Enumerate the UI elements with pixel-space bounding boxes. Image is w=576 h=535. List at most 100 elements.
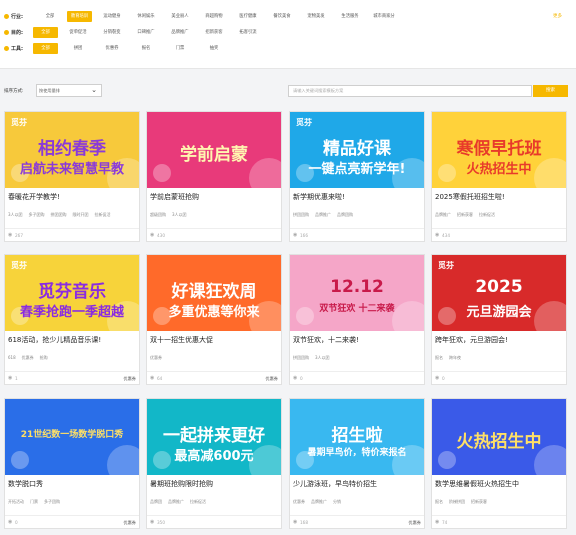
filter-option[interactable]: 拓客引流 — [231, 27, 265, 38]
template-card[interactable]: 觅芬 2025 元旦游园会 跨年狂欢，元旦游园会! 报名 跨年夜 ◉ 0 — [431, 254, 567, 385]
filter-option[interactable]: 生活服务 — [333, 11, 367, 22]
card-tag: 3人以团 — [8, 212, 23, 217]
thumbnail-subline: 最高减600元 — [174, 449, 254, 464]
filter-option[interactable]: 运动健身 — [95, 11, 129, 22]
filter-option[interactable]: 全部 — [33, 11, 67, 22]
card-tags: 报名 阶梯拼团 招新获客 — [435, 499, 493, 505]
eye-icon: ◉ — [293, 232, 298, 238]
view-count: 74 — [442, 520, 448, 525]
filter-option[interactable]: 分销裂变 — [95, 27, 129, 38]
filter-option[interactable]: 抽奖 — [197, 43, 231, 54]
filter-option[interactable]: 全部 — [33, 27, 58, 38]
eye-icon: ◉ — [435, 375, 440, 381]
filter-option[interactable]: 餐饮美食 — [265, 11, 299, 22]
filter-option[interactable]: 商超购物 — [197, 11, 231, 22]
filter-option[interactable]: 品牌推广 — [163, 27, 197, 38]
template-card[interactable]: 觅芬 觅芬音乐 春季抢跑一季超越 618活动，抢少儿精品音乐课! 618 优惠券 抢购 ◉ 1 优… — [4, 254, 140, 385]
industry-icon — [4, 14, 9, 19]
template-card[interactable]: 一起拼来更好 最高减600元 暑期班抢购限时抢购 品牌团 品牌推广 拉新促活 ◉ 350 — [146, 398, 282, 529]
card-title: 2025寒假托班招生啦! — [435, 193, 505, 201]
card-tag: 品牌推广 — [315, 212, 331, 217]
filter-label-purpose: 目的: — [4, 29, 30, 36]
card-tag: 阶梯拼团 — [449, 499, 465, 504]
industry-options: 全部 教育培训 运动健身 休闲娱乐 美业丽人 商超购物 医疗健康 餐饮美食 宠物美发 生活服务 城市… — [33, 11, 401, 22]
thumbnail-subline: 双节狂欢 十二来袭 — [319, 304, 395, 314]
card-tool-label: 优惠券 — [265, 376, 278, 381]
card-tag: 限时开团 — [72, 212, 89, 217]
view-count: 0 — [15, 520, 18, 525]
card-tag: 门票 — [30, 499, 38, 504]
card-footer: ◉ 267 — [5, 228, 139, 241]
card-tags: 优惠券 品牌推广 分销 — [293, 499, 347, 505]
filter-option[interactable]: 优惠券 — [95, 43, 129, 54]
view-count: 350 — [157, 520, 165, 525]
card-footer: ◉ 0 — [290, 371, 424, 384]
filter-option[interactable]: 促单促活 — [61, 27, 95, 38]
template-card[interactable]: 寒假早托班 火热招生中 2025寒假托班招生啦! 品牌推广 招新获客 拉新促活 ◉ 434 — [431, 111, 567, 242]
card-thumbnail: 觅芬 精品好课 一键点亮新学年! — [290, 112, 424, 188]
filter-option[interactable]: 门票 — [163, 43, 197, 54]
view-count: 64 — [157, 376, 163, 381]
template-card[interactable]: 12.12 双节狂欢 十二来袭 双节狂欢，十二来袭! 拼团团购 3人以团 ◉ 0 — [289, 254, 425, 385]
card-tag: 开拓活动 — [8, 499, 24, 504]
template-card[interactable]: 学前启蒙 学前启蒙班抢购 超级团购 3人以团 ◉ 430 — [146, 111, 282, 242]
card-tag: 品牌推广 — [168, 499, 184, 504]
search-button[interactable]: 搜索 — [533, 85, 568, 97]
template-card[interactable]: 好课狂欢周 多重优惠等你来 双十一招生优惠大促 优惠券 ◉ 64 优惠券 — [146, 254, 282, 385]
card-tag: 拉新促活 — [190, 499, 206, 504]
card-tool-label: 优惠券 — [123, 520, 136, 525]
card-title: 数学脱口秀 — [8, 480, 43, 488]
purpose-label-text: 目的: — [11, 30, 23, 36]
sort-select[interactable]: 按使用量排 ⌄ — [36, 84, 102, 97]
filter-option[interactable]: 休闲娱乐 — [129, 11, 163, 22]
filter-option[interactable]: 报名 — [129, 43, 163, 54]
filter-option[interactable]: 拼团 — [61, 43, 95, 54]
filter-option[interactable]: 城市商家分 — [367, 11, 401, 22]
filter-option[interactable]: 教育培训 — [67, 11, 92, 22]
filter-option[interactable]: 招新获客 — [197, 27, 231, 38]
thumbnail-subline: 一键点亮新学年! — [308, 162, 406, 177]
card-footer: ◉ 0 优惠券 — [5, 515, 139, 528]
filter-row-tools: 工具: — [4, 43, 30, 54]
search-input[interactable]: 请输入关键词搜索模板方案 — [288, 85, 532, 97]
card-tags: 3人以团 多子团购 拼团团购 限时开团 拉新促活 — [8, 212, 117, 218]
card-tag: 拉新促活 — [479, 212, 495, 217]
brand-logo: 觅芬 — [11, 261, 27, 270]
view-count: 168 — [300, 520, 308, 525]
card-title: 少儿游泳班，早鸟特价招生 — [293, 480, 377, 488]
card-tag: 跨年夜 — [449, 355, 461, 360]
template-card[interactable]: 招生啦 暑期早鸟价，特价来报名少儿游泳班，早鸟特价招生 优惠券 品牌推广 分销 ◉ 168 优… — [289, 398, 425, 529]
thumbnail-headline: 21世纪数一场数学脱口秀 — [20, 430, 124, 440]
template-card[interactable]: 觅芬 相约春季 启航未来智慧早教 春暖花开学教学! 3人以团 多子团购 拼团团购 限时开团 拉新… — [4, 111, 140, 242]
filter-option[interactable]: 医疗健康 — [231, 11, 265, 22]
template-card[interactable]: 21世纪数一场数学脱口秀 数学脱口秀 开拓活动 门票 多子团购 ◉ 0 优惠券 — [4, 398, 140, 529]
card-title: 数学思维暑假班火热招生中 — [435, 480, 519, 488]
filter-option[interactable]: 宠物美发 — [299, 11, 333, 22]
brand-logo: 觅芬 — [438, 261, 454, 270]
filter-option[interactable]: 美业丽人 — [163, 11, 197, 22]
filter-option[interactable]: 全部 — [33, 43, 58, 54]
eye-icon: ◉ — [435, 232, 440, 238]
filter-panel: 行业: 全部 教育培训 运动健身 休闲娱乐 美业丽人 商超购物 医疗健康 餐饮美食 宠物美发 生活… — [0, 0, 576, 69]
card-tag: 多子团购 — [44, 499, 60, 504]
card-footer: ◉ 430 — [147, 228, 281, 241]
card-title: 暑期班抢购限时抢购 — [150, 480, 213, 488]
filter-option[interactable]: 口碑推广 — [129, 27, 163, 38]
more-button[interactable]: 更多 — [553, 13, 562, 19]
card-thumbnail: 火热招生中 — [432, 399, 566, 475]
card-thumbnail: 学前启蒙 — [147, 112, 281, 188]
card-tag: 优惠券 — [150, 355, 162, 360]
tools-label-text: 工具: — [11, 46, 23, 52]
card-thumbnail: 招生啦 暑期早鸟价，特价来报名 — [290, 399, 424, 475]
thumbnail-headline: 觅芬音乐 — [38, 282, 106, 302]
thumbnail-headline: 招生啦 — [331, 426, 383, 446]
card-footer: ◉ 1 优惠券 — [5, 371, 139, 384]
view-count: 1 — [15, 376, 18, 381]
card-footer: ◉ 168 优惠券 — [290, 515, 424, 528]
thumbnail-headline: 一起拼来更好 — [163, 426, 265, 446]
card-tag: 品牌推广 — [435, 212, 451, 217]
template-card[interactable]: 火热招生中 数学思维暑假班火热招生中 报名 阶梯拼团 招新获客 ◉ 74 — [431, 398, 567, 529]
card-thumbnail: 觅芬 相约春季 启航未来智慧早教 — [5, 112, 139, 188]
chevron-down-icon: ⌄ — [91, 86, 97, 94]
template-card[interactable]: 觅芬 精品好课 一键点亮新学年! 新学期优惠来啦! 拼团团购 品牌推广 品牌团购 ◉ 166 — [289, 111, 425, 242]
